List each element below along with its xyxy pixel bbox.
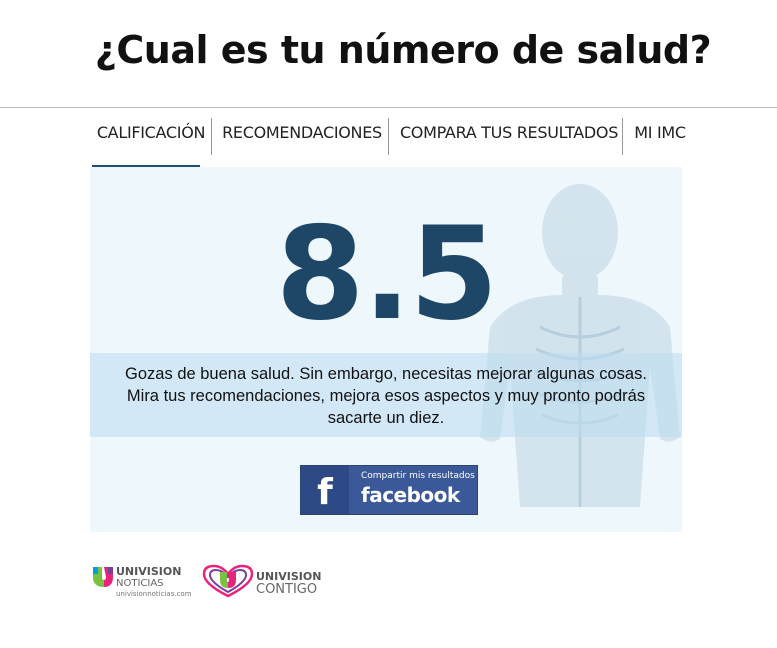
tab-compara-tus-resultados[interactable]: COMPARA TUS RESULTADOS [396,118,622,154]
facebook-share-button[interactable]: f Compartir mis resultados facebook [300,465,478,515]
score-panel: 8.5 Gozas de buena salud. Sin embargo, n… [90,167,682,532]
header-divider [0,107,777,108]
tab-recomendaciones[interactable]: RECOMENDACIONES [218,118,386,154]
tab-bar: CALIFICACIÓN RECOMENDACIONES COMPARA TUS… [90,118,690,168]
result-message: Gozas de buena salud. Sin embargo, neces… [125,365,647,427]
contigo-heart-icon [202,564,254,598]
footer-logos: UNIVISION NOTICIAS univisionnoticias.com… [92,562,352,602]
tab-separator [622,118,623,155]
tab-calificacion[interactable]: CALIFICACIÓN [92,118,210,154]
tab-mi-imc[interactable]: MI IMC [630,118,690,154]
tab-separator [211,118,212,155]
tab-separator [388,118,389,155]
facebook-icon: f [301,466,349,514]
page-title: ¿Cual es tu número de salud? [94,28,712,72]
univision-logo-icon [93,567,113,587]
univision-contigo-logo[interactable]: UNIVISION CONTIGO [200,564,330,600]
facebook-wordmark: facebook [361,483,460,507]
share-caption: Compartir mis resultados [361,471,475,481]
health-score: 8.5 [275,200,499,349]
univision-noticias-logo[interactable]: UNIVISION NOTICIAS univisionnoticias.com [92,562,202,602]
